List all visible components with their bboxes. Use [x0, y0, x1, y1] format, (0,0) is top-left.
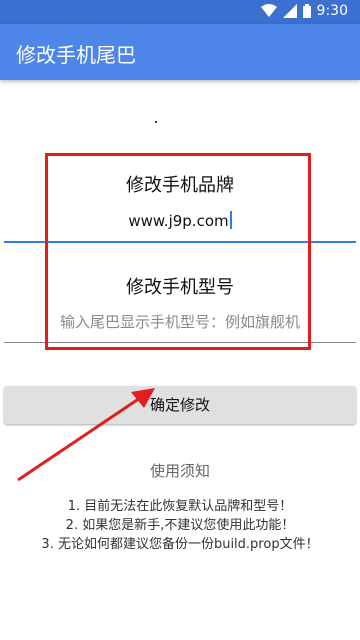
notice-item: 1. 目前无法在此恢复默认品牌和型号！ — [67, 499, 293, 514]
notice-title: 使用须知 — [149, 462, 210, 480]
notice-item: 3. 无论如何都建议您备份一份build.prop文件！ — [41, 537, 319, 552]
notice-item: 2. 如果您是新手,不建议您使用此功能！ — [65, 518, 295, 533]
notice-list: 1. 目前无法在此恢复默认品牌和型号！ 2. 如果您是新手,不建议您使用此功能！… — [0, 497, 360, 554]
